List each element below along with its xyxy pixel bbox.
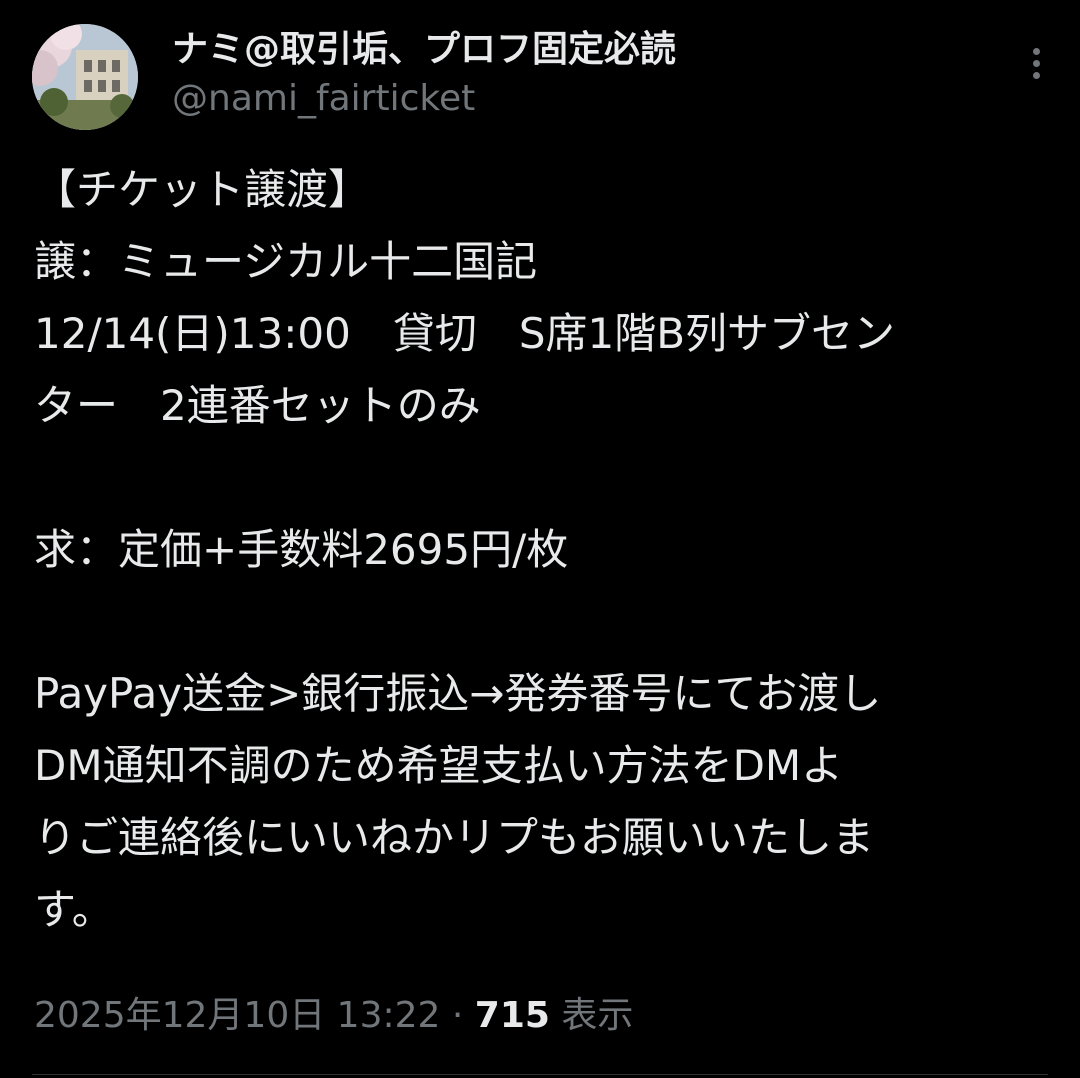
view-count[interactable]: 715 — [475, 995, 550, 1036]
post-text-line: DM通知不調のため希望支払い方法をDMよ — [34, 741, 844, 790]
display-name[interactable]: ナミ@取引垢、プロフ固定必読 — [172, 26, 676, 74]
more-dot — [1032, 60, 1040, 67]
view-label[interactable]: 表示 — [550, 995, 633, 1036]
meta-separator: · — [440, 995, 475, 1036]
post-text-line: PayPay送金>銀行振込→発券番号にてお渡し — [34, 669, 882, 718]
post-meta: 2025年12月10日 13:22 · 715 表示 — [34, 990, 633, 1042]
post-text-line: りご連絡後にいいねかリプもお願いいたしま — [34, 813, 875, 862]
more-vertical-icon[interactable] — [1026, 48, 1046, 88]
post-text-line: 12/14(日)13:00 貸切 S席1階B列サブセン — [34, 309, 896, 358]
post-text-blank-line — [34, 586, 1044, 658]
author-info: ナミ@取引垢、プロフ固定必読 @nami_fairticket — [172, 26, 676, 124]
avatar[interactable] — [32, 24, 138, 130]
post-text-line: 求：定価+手数料2695円/枚 — [34, 525, 569, 574]
more-dot — [1032, 48, 1040, 55]
post-text-blank-line — [34, 442, 1044, 514]
post-text-line: 譲：ミュージカル十二国記 — [34, 237, 538, 286]
post-text-line: 【チケット譲渡】 — [34, 165, 371, 214]
avatar-image — [32, 24, 138, 130]
post-text-line: ター 2連番セットのみ — [34, 381, 481, 430]
user-handle[interactable]: @nami_fairticket — [172, 74, 676, 124]
post-text-line: す。 — [34, 885, 114, 934]
post-timestamp[interactable]: 2025年12月10日 13:22 — [34, 995, 440, 1036]
post-text: 【チケット譲渡】 譲：ミュージカル十二国記 12/14(日)13:00 貸切 S… — [34, 154, 1044, 946]
post-header: ナミ@取引垢、プロフ固定必読 @nami_fairticket — [32, 24, 1048, 134]
post: ナミ@取引垢、プロフ固定必読 @nami_fairticket 【チケット譲渡】… — [0, 0, 1080, 1078]
more-dot — [1032, 72, 1040, 79]
divider — [32, 1074, 1048, 1075]
